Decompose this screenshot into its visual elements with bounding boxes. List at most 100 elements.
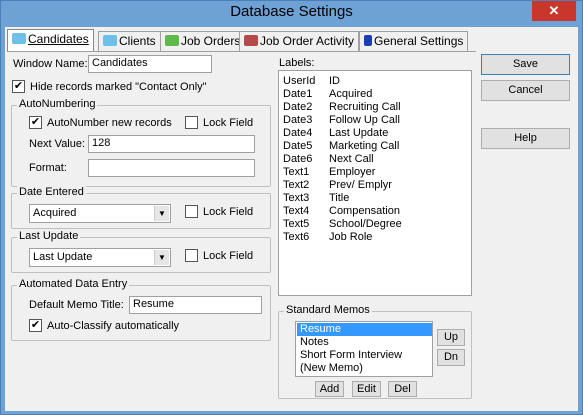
list-item[interactable]: Text5 School/Degree [283, 218, 402, 231]
list-item[interactable]: Date3 Follow Up Call [283, 114, 400, 127]
save-button[interactable]: Save [481, 54, 570, 75]
next-value-label: Next Value: [29, 138, 86, 150]
memo-delete-button[interactable]: Del [388, 381, 417, 397]
label-key: Text5 [283, 218, 310, 230]
list-item[interactable]: Text3 Title [283, 192, 349, 205]
database-settings-window: Database Settings ✕ Candidates Clients J… [0, 0, 583, 415]
autonumbering-title: AutoNumbering [17, 98, 98, 110]
tab-label: Candidates [28, 32, 89, 46]
chevron-down-icon[interactable]: ▼ [154, 206, 169, 221]
label-key: Date6 [283, 153, 313, 165]
tab-clients[interactable]: Clients [98, 31, 161, 51]
last-update-select[interactable]: Last Update ▼ [29, 248, 171, 267]
label-key: UserId [283, 75, 316, 87]
autonumber-checkbox[interactable]: ✔ [29, 116, 42, 129]
label-key: Date5 [283, 140, 313, 152]
autonumber-lock-checkbox[interactable] [185, 116, 198, 129]
labels-list[interactable]: UserId ID Date1 Acquired Date2 Recruiting C… [278, 70, 472, 296]
memo-down-button[interactable]: Dn [437, 349, 465, 366]
last-update-title: Last Update [17, 230, 81, 242]
book-icon [244, 35, 258, 46]
label-key: Date3 [283, 114, 313, 126]
list-item[interactable]: Date6 Next Call [283, 153, 374, 166]
chevron-down-icon[interactable]: ▼ [154, 250, 169, 265]
date-entered-select[interactable]: Acquired ▼ [29, 204, 171, 223]
label-key: Text3 [283, 192, 310, 204]
hide-records-checkbox[interactable]: ✔ [12, 80, 25, 93]
label-value: Job Role [329, 231, 373, 243]
label-value: Next Call [329, 153, 374, 165]
label-value: Recruiting Call [329, 101, 401, 113]
date-entered-lock-checkbox[interactable] [185, 205, 198, 218]
standard-memos-title: Standard Memos [284, 304, 372, 316]
list-item[interactable]: Date1 Acquired [283, 88, 372, 101]
date-entered-title: Date Entered [17, 186, 86, 198]
format-input[interactable] [88, 159, 255, 177]
list-item[interactable]: UserId ID [283, 75, 340, 88]
format-label: Format: [29, 162, 67, 174]
label-key: Text6 [283, 231, 310, 243]
list-item[interactable]: Text6 Job Role [283, 231, 372, 244]
settings-icon [364, 35, 372, 46]
list-item[interactable]: Resume [297, 323, 432, 336]
next-value-input[interactable]: 128 [88, 135, 255, 153]
tab-label: Job Order Activity [260, 34, 355, 48]
dialog-body: Candidates Clients Job Orders Job Order … [5, 27, 578, 411]
autonumber-label: AutoNumber new records [47, 117, 172, 129]
label-value: Compensation [329, 205, 400, 217]
close-button[interactable]: ✕ [532, 1, 576, 21]
tab-job-orders[interactable]: Job Orders [160, 31, 246, 51]
tab-label: Job Orders [181, 34, 241, 48]
last-update-lock-checkbox[interactable] [185, 249, 198, 262]
default-memo-title-label: Default Memo Title: [29, 299, 124, 311]
list-item[interactable]: Date2 Recruiting Call [283, 101, 401, 114]
tab-label: Clients [119, 34, 156, 48]
window-title: Database Settings [230, 3, 353, 20]
label-value: Prev/ Emplyr [329, 179, 392, 191]
hide-records-label: Hide records marked "Contact Only" [30, 81, 207, 93]
label-value: Title [329, 192, 350, 204]
window-name-label: Window Name: [13, 58, 88, 70]
list-item[interactable]: Date5 Marketing Call [283, 140, 399, 153]
title-bar[interactable]: Database Settings ✕ [1, 1, 582, 26]
label-key: Text2 [283, 179, 310, 191]
memo-add-button[interactable]: Add [315, 381, 344, 397]
tab-divider [7, 51, 476, 52]
help-button[interactable]: Help [481, 128, 570, 149]
label-value: Follow Up Call [329, 114, 400, 126]
standard-memos-list[interactable]: Resume Notes Short Form Interview (New M… [295, 321, 433, 377]
auto-classify-checkbox[interactable]: ✔ [29, 319, 42, 332]
label-value: ID [329, 75, 340, 87]
default-memo-title-input[interactable]: Resume [129, 296, 262, 314]
list-item[interactable]: Text1 Employer [283, 166, 375, 179]
cancel-button[interactable]: Cancel [481, 80, 570, 101]
label-value: Acquired [329, 88, 373, 100]
list-item[interactable]: Short Form Interview [297, 349, 432, 362]
list-item[interactable]: Text2 Prev/ Emplyr [283, 179, 392, 192]
label-value: Last Update [329, 127, 389, 139]
folder-icon [103, 35, 117, 46]
label-key: Text4 [283, 205, 310, 217]
list-item[interactable]: Date4 Last Update [283, 127, 388, 140]
label-value: School/Degree [329, 218, 402, 230]
tab-label: General Settings [374, 34, 464, 48]
memo-up-button[interactable]: Up [437, 329, 465, 346]
list-item[interactable]: Notes [297, 336, 432, 349]
tab-job-order-activity[interactable]: Job Order Activity [239, 31, 360, 51]
memo-edit-button[interactable]: Edit [352, 381, 381, 397]
tab-candidates[interactable]: Candidates [7, 29, 94, 52]
window-name-input[interactable]: Candidates [88, 55, 212, 73]
label-key: Date1 [283, 88, 313, 100]
list-item[interactable]: Text4 Compensation [283, 205, 400, 218]
tab-general-settings[interactable]: General Settings [359, 31, 469, 51]
label-key: Date2 [283, 101, 313, 113]
date-entered-lock-label: Lock Field [203, 206, 254, 218]
label-value: Employer [329, 166, 376, 178]
label-value: Marketing Call [329, 140, 400, 152]
last-update-lock-label: Lock Field [203, 250, 254, 262]
folder-icon [12, 33, 26, 44]
label-key: Date4 [283, 127, 313, 139]
labels-title: Labels: [279, 57, 315, 69]
last-update-value: Last Update [33, 251, 93, 263]
list-item[interactable]: (New Memo) [297, 362, 432, 375]
